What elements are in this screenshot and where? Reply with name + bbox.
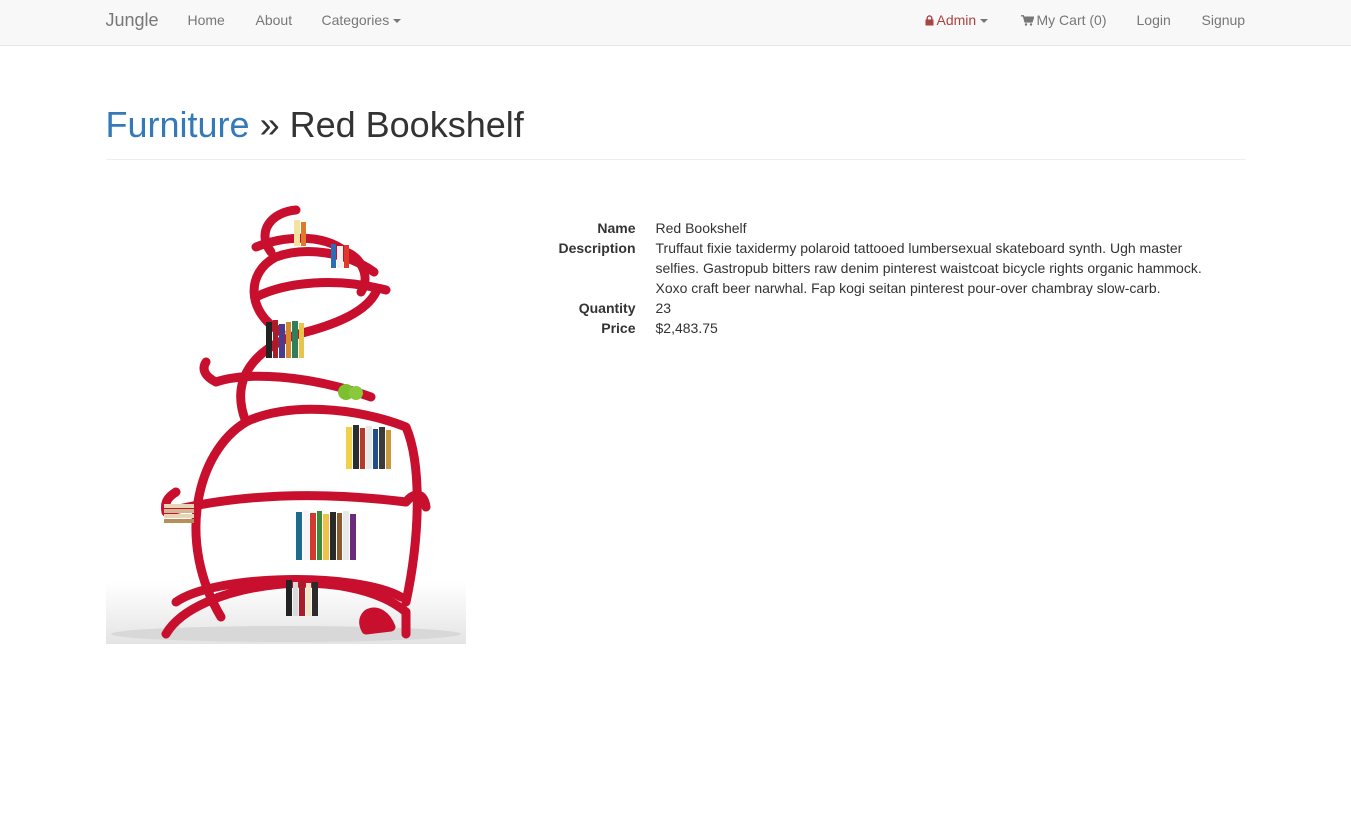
name-label: Name (597, 220, 636, 237)
page-title: Furniture » Red Bookshelf (105, 104, 1246, 160)
detail-row-description: Description Truffaut fixie taxidermy pol… (536, 238, 1256, 298)
category-link[interactable]: Furniture (106, 104, 250, 145)
main-container: Furniture » Red Bookshelf Name Red Books… (105, 104, 1246, 654)
product-details: Name Red Bookshelf Description Truffaut … (536, 218, 1256, 338)
detail-row-name: Name Red Bookshelf (536, 218, 1256, 238)
detail-row-price: Price $2,483.75 (536, 318, 1256, 338)
shopping-cart-icon (1020, 11, 1035, 31)
description-label: Description (558, 240, 636, 257)
product-title: Red Bookshelf (289, 104, 524, 145)
caret-down-icon (393, 19, 402, 24)
brand-link[interactable]: Jungle (106, 10, 159, 30)
nav-admin-dropdown[interactable]: Admin (925, 10, 989, 31)
categories-label: Categories (321, 12, 390, 28)
detail-row-quantity: Quantity 23 (536, 298, 1256, 318)
name-value: Red Bookshelf (655, 220, 747, 237)
price-label: Price (601, 320, 636, 337)
price-value: $2,483.75 (655, 320, 718, 337)
nav-categories-dropdown[interactable]: Categories (322, 10, 402, 30)
caret-down-icon (980, 19, 989, 24)
lock-icon (925, 11, 934, 31)
nav-about[interactable]: About (256, 10, 293, 30)
title-separator: » (259, 104, 290, 145)
quantity-value: 23 (655, 300, 672, 317)
navbar: Jungle Home About Categories Admin My Ca… (0, 0, 1351, 46)
quantity-label: Quantity (578, 300, 636, 317)
product-image (105, 202, 466, 645)
admin-label: Admin (936, 12, 977, 28)
description-value: Truffaut fixie taxidermy polaroid tattoo… (655, 240, 1202, 297)
nav-login[interactable]: Login (1137, 10, 1171, 30)
cart-label: My Cart (0) (1036, 12, 1107, 28)
nav-cart[interactable]: My Cart (0) (1020, 10, 1107, 31)
nav-home[interactable]: Home (188, 10, 225, 30)
nav-signup[interactable]: Signup (1202, 10, 1246, 30)
